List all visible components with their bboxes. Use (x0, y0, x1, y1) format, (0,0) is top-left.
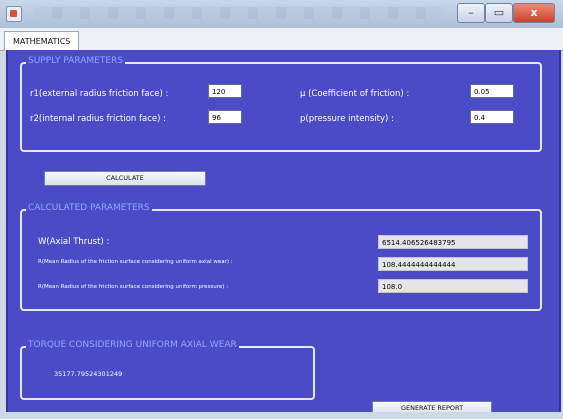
main-panel: SUPPLY PARAMETERS r1(external radius fri… (6, 50, 561, 419)
p-input[interactable]: 0.4 (470, 110, 514, 124)
r2-input[interactable]: 96 (208, 110, 242, 124)
p-label: p(pressure intensity) : (300, 114, 394, 124)
torque-group: TORQUE CONSIDERING UNIFORM AXIAL WEAR 35… (20, 340, 315, 400)
minimize-icon[interactable]: – (457, 3, 485, 23)
supply-parameters-group: SUPPLY PARAMETERS r1(external radius fri… (20, 56, 542, 152)
r1-label: r1(external radius friction face) : (30, 89, 169, 99)
blurred-title (34, 7, 444, 19)
tab-strip: MATHEMATICS (0, 28, 563, 51)
r2-label: r2(internal radius friction face) : (30, 114, 167, 124)
mean-radius-pressure-output: 108.0 (378, 279, 528, 293)
close-icon[interactable]: x (513, 3, 555, 23)
mu-label: µ (Coefficient of friction) : (300, 89, 410, 99)
app-icon (6, 6, 22, 22)
torque-value: 35177.79524301249 (54, 370, 123, 378)
mu-input[interactable]: 0.05 (470, 84, 514, 98)
axial-thrust-label: W(Axial Thrust) : (38, 237, 110, 247)
window-bottom-edge (0, 412, 563, 419)
title-bar: – ▭ x (0, 0, 563, 29)
calculated-parameters-title: CALCULATED PARAMETERS (26, 203, 152, 213)
tab-mathematics[interactable]: MATHEMATICS (4, 31, 80, 51)
r1-input[interactable]: 120 (208, 84, 242, 98)
mean-radius-wear-output: 108.4444444444444 (378, 257, 528, 271)
torque-title: TORQUE CONSIDERING UNIFORM AXIAL WEAR (26, 340, 239, 350)
axial-thrust-output: 6514.406526483795 (378, 235, 528, 249)
mean-radius-wear-label: R(Mean Radius of the friction surface co… (38, 259, 233, 265)
supply-parameters-title: SUPPLY PARAMETERS (26, 56, 125, 66)
calculate-button[interactable]: CALCULATE (44, 171, 206, 186)
calculated-parameters-group: CALCULATED PARAMETERS W(Axial Thrust) : … (20, 203, 542, 311)
mean-radius-pressure-label: R(Mean Radius of the friction surface co… (38, 284, 229, 290)
window-controls: – ▭ x (457, 3, 555, 23)
maximize-icon[interactable]: ▭ (485, 3, 513, 23)
